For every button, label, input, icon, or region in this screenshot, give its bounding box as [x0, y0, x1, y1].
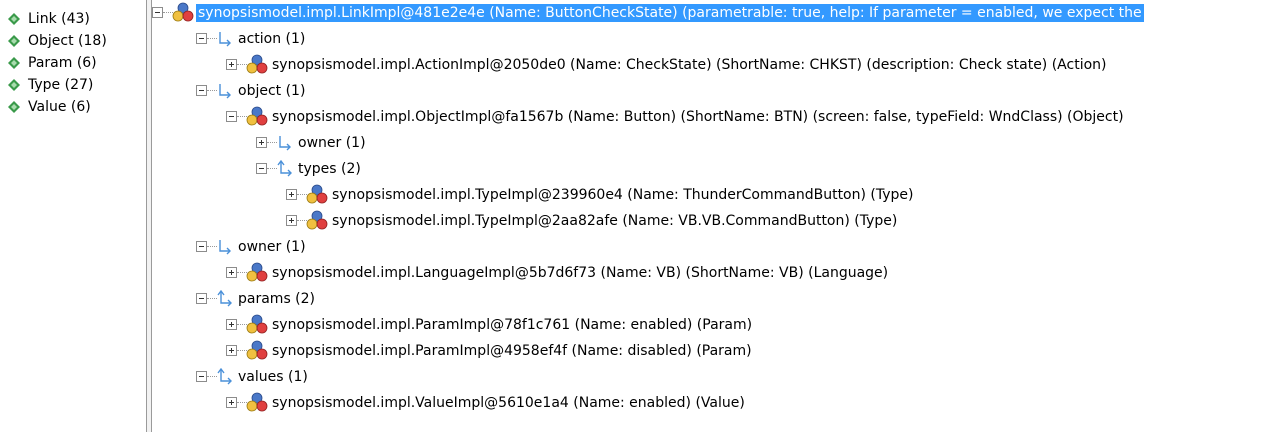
- tree-node-label: owner (1): [238, 239, 306, 255]
- tree-node-object[interactable]: synopsismodel.impl.ObjectImpl@fa1567b (N…: [152, 104, 1280, 130]
- expand-toggle-icon[interactable]: [226, 319, 237, 330]
- category-diamond-icon: [8, 35, 20, 47]
- multi-reference-icon: [217, 368, 232, 385]
- expand-toggle-icon[interactable]: [256, 137, 267, 148]
- tree-node-label: synopsismodel.impl.TypeImpl@2aa82afe (Na…: [332, 213, 898, 229]
- collapse-toggle-icon[interactable]: [196, 293, 207, 304]
- tree-node-reference[interactable]: owner (1): [152, 130, 1280, 156]
- tree-node-label: object (1): [238, 83, 306, 99]
- category-label: Link (43): [28, 11, 90, 27]
- tree-node-label: synopsismodel.impl.TypeImpl@239960e4 (Na…: [332, 187, 914, 203]
- reference-arrow-icon: [219, 32, 231, 47]
- multi-reference-icon: [217, 290, 232, 307]
- category-label: Param (6): [28, 55, 97, 71]
- tree-node-reference[interactable]: object (1): [152, 78, 1280, 104]
- collapse-toggle-icon[interactable]: [196, 371, 207, 382]
- tree-node-label: synopsismodel.impl.ParamImpl@78f1c761 (N…: [272, 317, 753, 333]
- category-diamond-icon: [8, 101, 20, 113]
- tree-node-object[interactable]: synopsismodel.impl.ParamImpl@78f1c761 (N…: [152, 312, 1280, 338]
- model-object-icon: [246, 314, 268, 334]
- tree-node-label: synopsismodel.impl.ObjectImpl@fa1567b (N…: [272, 109, 1124, 125]
- tree-node-label: synopsismodel.impl.ActionImpl@2050de0 (N…: [272, 57, 1107, 73]
- expand-toggle-icon[interactable]: [226, 397, 237, 408]
- expand-toggle-icon[interactable]: [286, 189, 297, 200]
- tree-node-label: synopsismodel.impl.ParamImpl@4958ef4f (N…: [272, 343, 752, 359]
- model-object-icon: [246, 106, 268, 126]
- tree-node-reference[interactable]: owner (1): [152, 234, 1280, 260]
- tree-node-reference[interactable]: values (1): [152, 364, 1280, 390]
- tree-node-label: synopsismodel.impl.ValueImpl@5610e1a4 (N…: [272, 395, 745, 411]
- category-label: Object (18): [28, 33, 107, 49]
- collapse-toggle-icon[interactable]: [226, 111, 237, 122]
- category-diamond-icon: [8, 13, 20, 25]
- tree-node-object[interactable]: synopsismodel.impl.LinkImpl@481e2e4e (Na…: [152, 0, 1280, 26]
- tree-node-object[interactable]: synopsismodel.impl.TypeImpl@239960e4 (Na…: [152, 182, 1280, 208]
- tree-node-label: owner (1): [298, 135, 366, 151]
- category-label: Value (6): [28, 99, 91, 115]
- tree-node-reference[interactable]: params (2): [152, 286, 1280, 312]
- model-object-icon: [172, 2, 194, 22]
- category-diamond-icon: [8, 79, 20, 91]
- tree-node-label: params (2): [238, 291, 316, 307]
- model-object-icon: [246, 392, 268, 412]
- tree-node-label: synopsismodel.impl.LinkImpl@481e2e4e (Na…: [196, 4, 1144, 22]
- reference-arrow-icon: [219, 240, 231, 255]
- tree-node-object[interactable]: synopsismodel.impl.ValueImpl@5610e1a4 (N…: [152, 390, 1280, 416]
- category-label: Type (27): [28, 77, 94, 93]
- tree-node-object[interactable]: synopsismodel.impl.LanguageImpl@5b7d6f73…: [152, 260, 1280, 286]
- model-object-icon: [306, 210, 328, 230]
- model-object-icon: [246, 262, 268, 282]
- model-object-icon: [246, 340, 268, 360]
- tree-node-label: types (2): [298, 161, 361, 177]
- tree-node-label: action (1): [238, 31, 306, 47]
- collapse-toggle-icon[interactable]: [196, 241, 207, 252]
- category-diamond-icon: [8, 57, 20, 69]
- tree-node-label: values (1): [238, 369, 308, 385]
- collapse-toggle-icon[interactable]: [256, 163, 267, 174]
- model-object-icon: [306, 184, 328, 204]
- category-list: Link (43) Object (18) Param (6) Type (27…: [0, 0, 147, 432]
- tree-node-reference[interactable]: types (2): [152, 156, 1280, 182]
- reference-arrow-icon: [279, 136, 291, 151]
- expand-toggle-icon[interactable]: [286, 215, 297, 226]
- tree-node-object[interactable]: synopsismodel.impl.ParamImpl@4958ef4f (N…: [152, 338, 1280, 364]
- collapse-toggle-icon[interactable]: [196, 33, 207, 44]
- tree-node-label: synopsismodel.impl.LanguageImpl@5b7d6f73…: [272, 265, 889, 281]
- tree-node-object[interactable]: synopsismodel.impl.TypeImpl@2aa82afe (Na…: [152, 208, 1280, 234]
- tree-node-reference[interactable]: action (1): [152, 26, 1280, 52]
- expand-toggle-icon[interactable]: [226, 267, 237, 278]
- expand-toggle-icon[interactable]: [226, 59, 237, 70]
- collapse-toggle-icon[interactable]: [196, 85, 207, 96]
- multi-reference-icon: [277, 160, 292, 177]
- expand-toggle-icon[interactable]: [226, 345, 237, 356]
- reference-arrow-icon: [219, 84, 231, 99]
- collapse-toggle-icon[interactable]: [152, 7, 163, 18]
- tree-node-object[interactable]: synopsismodel.impl.ActionImpl@2050de0 (N…: [152, 52, 1280, 78]
- model-object-icon: [246, 54, 268, 74]
- model-tree: synopsismodel.impl.LinkImpl@481e2e4e (Na…: [152, 0, 1280, 432]
